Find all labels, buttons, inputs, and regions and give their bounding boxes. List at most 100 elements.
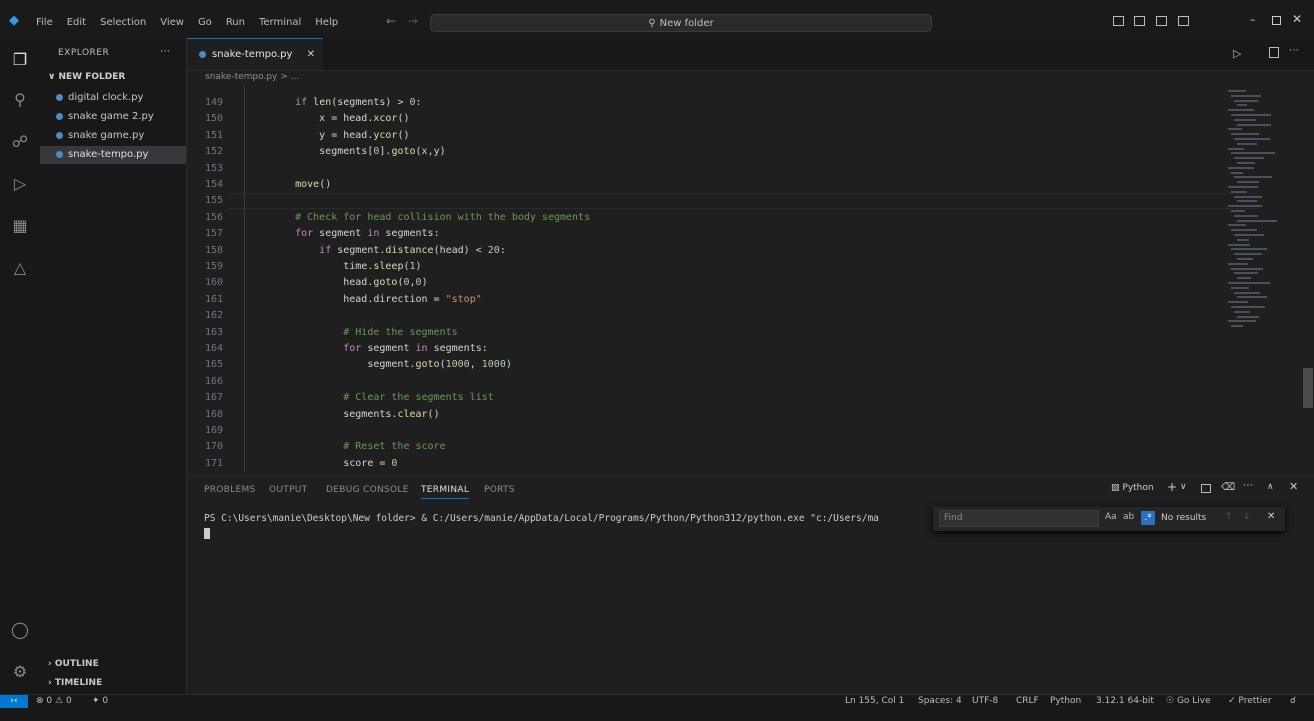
code-line[interactable]: 169 (187, 423, 1217, 439)
minimize-icon[interactable]: – (1250, 13, 1256, 26)
toggle-primary-sidebar-icon[interactable] (1113, 16, 1124, 26)
menu-selection[interactable]: Selection (100, 17, 146, 28)
file-snake-game[interactable]: snake game.py (40, 127, 186, 145)
folder-new-folder[interactable]: ∨ NEW FOLDER (48, 72, 125, 82)
file-snake-tempo[interactable]: snake-tempo.py (40, 146, 186, 164)
next-match-icon[interactable]: ↓ (1243, 512, 1251, 522)
prettier-button[interactable]: ✓ Prettier (1228, 696, 1272, 706)
more-actions-icon[interactable]: ⋯ (1289, 45, 1299, 56)
menu-go[interactable]: Go (198, 17, 212, 28)
more-actions-icon[interactable]: ⋯ (160, 46, 170, 57)
run-python-file-icon[interactable]: ▷ (1233, 47, 1241, 60)
tab-problems[interactable]: PROBLEMS (204, 485, 256, 495)
code-line[interactable]: 150 x = head.xcor() (187, 111, 1217, 127)
menu-help[interactable]: Help (315, 17, 338, 28)
remote-indicator-icon[interactable]: ›‹ (0, 695, 28, 708)
code-line[interactable]: 171 score = 0 (187, 456, 1217, 472)
terminal-instance[interactable]: ▧ Python (1111, 483, 1154, 493)
cursor-position[interactable]: Ln 155, Col 1 (845, 696, 904, 706)
more-actions-icon[interactable]: ⋯ (1243, 480, 1253, 491)
code-line[interactable]: 156 # Check for head collision with the … (187, 210, 1217, 226)
close-tab-icon[interactable]: ✕ (307, 39, 315, 70)
split-terminal-icon[interactable] (1201, 484, 1211, 493)
search-icon[interactable]: ⚲ (10, 90, 30, 110)
encoding[interactable]: UTF-8 (972, 696, 998, 706)
chevron-up-icon[interactable]: ∧ (1267, 482, 1274, 492)
breadcrumb[interactable]: snake-tempo.py > ... (205, 72, 299, 82)
minimap-line (1234, 253, 1262, 256)
maximize-icon[interactable] (1272, 16, 1281, 25)
tab-snake-tempo[interactable]: snake-tempo.py ✕ (187, 38, 323, 70)
kill-terminal-icon[interactable]: ⌫ (1221, 482, 1235, 493)
forward-arrow-icon[interactable]: → (408, 14, 418, 28)
python-interpreter[interactable]: 3.12.1 64-bit (1096, 696, 1154, 706)
minimap[interactable] (1224, 86, 1304, 342)
code-line[interactable]: 158 if segment.distance(head) < 20: (187, 243, 1217, 259)
command-center[interactable]: ⚲ New folder (430, 14, 932, 32)
code-line[interactable]: 170 # Reset the score (187, 439, 1217, 455)
code-line[interactable]: 167 # Clear the segments list (187, 390, 1217, 406)
tab-terminal[interactable]: TERMINAL (421, 485, 470, 499)
code-line[interactable]: 155 (187, 193, 1217, 209)
back-arrow-icon[interactable]: ← (386, 14, 396, 28)
code-line[interactable]: 161 head.direction = "stop" (187, 292, 1217, 308)
account-icon[interactable]: ◯ (10, 620, 30, 640)
code-line[interactable]: 165 segment.goto(1000, 1000) (187, 357, 1217, 373)
indentation[interactable]: Spaces: 4 (918, 696, 962, 706)
code-editor[interactable]: 149 if len(segments) > 0: 150 x = head.xc… (187, 86, 1314, 472)
close-window-icon[interactable]: ✕ (1292, 12, 1302, 26)
toggle-secondary-sidebar-icon[interactable] (1156, 16, 1167, 26)
code-line[interactable]: 162 (187, 308, 1217, 324)
code-line[interactable]: 152 segments[0].goto(x,y) (187, 144, 1217, 160)
code-line[interactable]: 159 time.sleep(1) (187, 259, 1217, 275)
timeline-section[interactable]: › TIMELINE (48, 678, 102, 688)
menu-file[interactable]: File (36, 17, 53, 28)
code-line[interactable]: 168 segments.clear() (187, 407, 1217, 423)
code-line[interactable]: 160 head.goto(0,0) (187, 275, 1217, 291)
language-mode[interactable]: Python (1050, 696, 1081, 706)
code-line[interactable]: 163 # Hide the segments (187, 325, 1217, 341)
code-line[interactable]: 154 move() (187, 177, 1217, 193)
file-digital-clock[interactable]: digital clock.py (40, 89, 186, 107)
code-line[interactable]: 164 for segment in segments: (187, 341, 1217, 357)
code-line[interactable]: 153 (187, 161, 1217, 177)
extensions-icon[interactable]: ▦ (10, 216, 30, 236)
close-find-icon[interactable]: ✕ (1267, 511, 1275, 522)
code-line[interactable]: 157 for segment in segments: (187, 226, 1217, 242)
go-live-button[interactable]: ☉ Go Live (1166, 696, 1211, 706)
tab-debug-console[interactable]: DEBUG CONSOLE (326, 485, 409, 495)
regex-icon[interactable]: .* (1141, 511, 1155, 525)
split-editor-icon[interactable] (1269, 47, 1279, 58)
file-snake-game-2[interactable]: snake game 2.py (40, 108, 186, 126)
close-panel-icon[interactable]: ✕ (1289, 480, 1298, 493)
notifications-bell-icon[interactable]: ☌ (1290, 696, 1296, 706)
outline-section[interactable]: › OUTLINE (48, 659, 99, 669)
menu-edit[interactable]: Edit (67, 17, 86, 28)
editor-scrollbar[interactable] (1303, 368, 1313, 408)
problems-status[interactable]: ⊗ 0 ⚠ 0 (36, 696, 72, 706)
tab-output[interactable]: OUTPUT (269, 485, 307, 495)
previous-match-icon[interactable]: ↑ (1225, 512, 1233, 522)
code-line[interactable]: 149 if len(segments) > 0: (187, 95, 1217, 111)
chevron-down-icon[interactable]: ∨ (1180, 482, 1187, 492)
menu-run[interactable]: Run (226, 17, 245, 28)
explorer-icon[interactable]: ❐ (10, 50, 30, 70)
run-debug-icon[interactable]: ▷ (10, 174, 30, 194)
code-text: for segment in segments: (343, 343, 488, 354)
toggle-panel-icon[interactable] (1134, 16, 1145, 26)
menu-terminal[interactable]: Terminal (259, 17, 301, 28)
customize-layout-icon[interactable] (1178, 16, 1189, 26)
code-line[interactable]: 166 (187, 374, 1217, 390)
source-control-icon[interactable]: ☍ (10, 132, 30, 152)
match-case-icon[interactable]: Aa (1105, 512, 1117, 522)
tab-ports[interactable]: PORTS (484, 485, 515, 495)
new-terminal-icon[interactable]: + (1167, 480, 1177, 494)
code-line[interactable]: 151 y = head.ycor() (187, 128, 1217, 144)
menu-view[interactable]: View (160, 17, 184, 28)
ports-status[interactable]: ✦ 0 (92, 696, 108, 706)
whole-word-icon[interactable]: ab (1123, 512, 1134, 522)
end-of-line[interactable]: CRLF (1016, 696, 1039, 706)
manage-gear-icon[interactable]: ⚙ (10, 662, 30, 682)
testing-icon[interactable]: △ (10, 258, 30, 278)
find-input[interactable]: Find (939, 510, 1099, 527)
